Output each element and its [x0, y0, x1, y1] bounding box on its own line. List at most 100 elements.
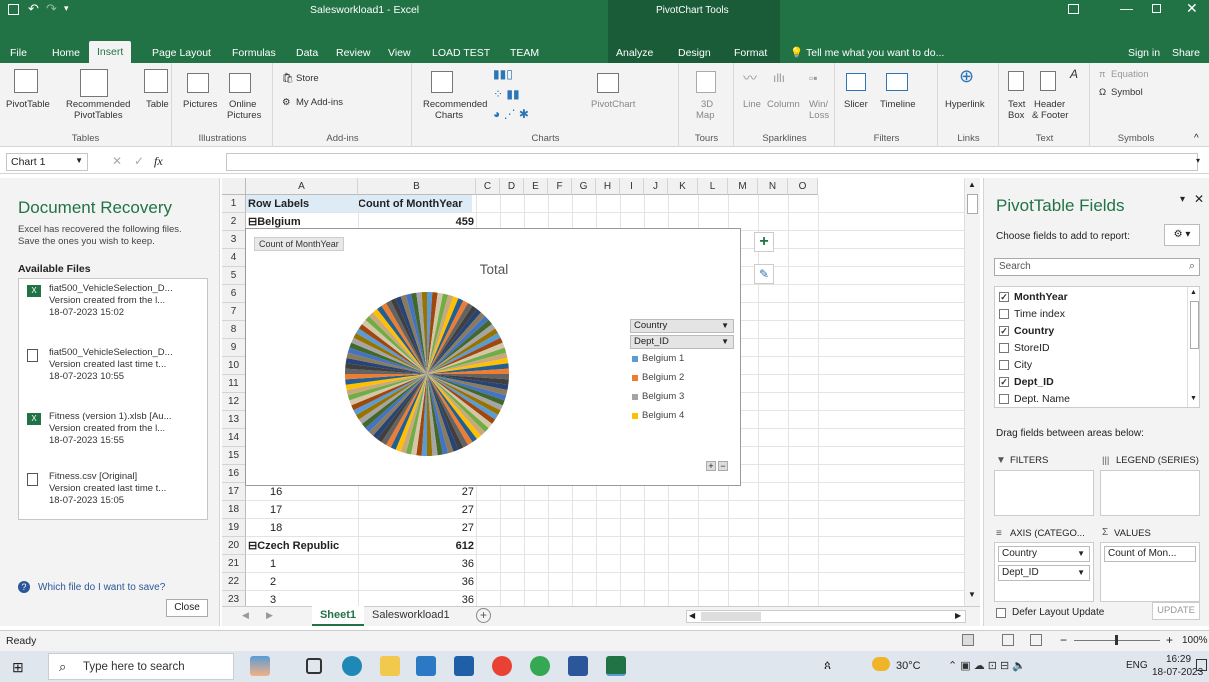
mail-icon[interactable] — [454, 656, 474, 676]
tab-home[interactable]: Home — [52, 43, 80, 63]
sheet-tab-sheet1[interactable]: Sheet1 — [312, 606, 364, 626]
pivot-chart[interactable]: Count of MonthYear Total Country ▼ Dept_I… — [245, 228, 741, 486]
cell-a[interactable]: 17 — [248, 501, 358, 519]
chrome-icon[interactable] — [492, 656, 512, 676]
recommended-charts-button[interactable]: Recommended — [423, 99, 487, 110]
cell-b[interactable]: 27 — [358, 501, 474, 519]
row-header[interactable]: 10 — [222, 357, 246, 375]
chart-elements-icon[interactable]: + — [754, 232, 774, 252]
hscroll-left-icon[interactable]: ◀ — [689, 611, 695, 620]
formula-input[interactable] — [226, 153, 1198, 171]
excel-taskbar-icon[interactable] — [606, 656, 626, 676]
axis-item-dept[interactable]: Dept_ID ▼ — [998, 565, 1090, 581]
select-all-corner[interactable] — [222, 178, 246, 195]
qat-dropdown-icon[interactable]: ▾ — [64, 3, 69, 14]
row-header[interactable]: 19 — [222, 519, 246, 537]
recovered-file-item[interactable]: X fiat500_VehicleSelection_D... Version … — [19, 279, 207, 339]
hscroll-right-icon[interactable]: ▶ — [955, 611, 961, 620]
field-checkbox[interactable]: ✓ — [999, 292, 1009, 303]
redo-icon[interactable]: ↷ — [46, 1, 57, 17]
page-layout-view-icon[interactable] — [1002, 634, 1014, 646]
values-drop-area[interactable]: Count of Mon... — [1100, 542, 1200, 602]
defer-checkbox[interactable] — [996, 608, 1006, 618]
language-indicator[interactable]: ENG — [1126, 660, 1148, 671]
tab-format[interactable]: Format — [734, 43, 767, 63]
column-header[interactable]: O — [788, 178, 818, 195]
chart-title[interactable]: Total — [446, 262, 542, 277]
pie-chart-icon[interactable]: ◕ ⋰ ✱ — [493, 108, 529, 120]
field-item[interactable]: ✓ MonthYear — [999, 291, 1068, 303]
field-item[interactable]: StoreID — [999, 342, 1050, 354]
recovered-file-item[interactable]: Fitness.csv [Original] Version created l… — [19, 467, 207, 519]
column-sparkline-button[interactable]: Column — [767, 99, 800, 110]
equation-button[interactable]: Equation — [1111, 69, 1149, 80]
task-view-icon[interactable] — [306, 658, 322, 674]
field-checkbox[interactable] — [999, 309, 1009, 320]
recommended-pivottables-button[interactable]: Recommended — [66, 99, 130, 110]
field-checkbox[interactable]: ✓ — [999, 377, 1009, 388]
enter-icon[interactable]: ✓ — [134, 154, 144, 168]
cell-b[interactable]: 36 — [358, 573, 474, 591]
my-addins-button[interactable]: My Add-ins — [296, 97, 343, 108]
field-item[interactable]: Dept. Name — [999, 393, 1070, 405]
pane-options-icon[interactable]: ▾ — [1180, 194, 1185, 205]
vertical-scrollbar[interactable]: ▲ ▼ — [964, 178, 980, 606]
legend-drop-area[interactable] — [1100, 470, 1200, 516]
dept-field-button[interactable]: Dept_ID ▼ — [630, 335, 734, 349]
field-checkbox[interactable] — [999, 360, 1009, 371]
cancel-icon[interactable]: ✕ — [112, 154, 122, 168]
tab-design[interactable]: Design — [678, 43, 711, 63]
field-list-scrollbar[interactable]: ▲ ▼ — [1187, 287, 1200, 407]
tab-formulas[interactable]: Formulas — [232, 43, 276, 63]
expand-field-icon[interactable]: + — [706, 461, 716, 471]
tab-view[interactable]: View — [388, 43, 411, 63]
row-header[interactable]: 13 — [222, 411, 246, 429]
word-icon[interactable] — [568, 656, 588, 676]
value-field-button[interactable]: Count of MonthYear — [254, 237, 344, 251]
column-header[interactable]: B — [358, 178, 476, 195]
scroll-thumb[interactable] — [967, 194, 978, 214]
add-sheet-icon[interactable]: + — [476, 608, 491, 623]
horizontal-scrollbar[interactable]: ◀ ▶ — [686, 610, 966, 623]
row-header[interactable]: 5 — [222, 267, 246, 285]
row-header[interactable]: 23 — [222, 591, 246, 606]
column-header[interactable]: H — [596, 178, 620, 195]
field-item[interactable]: ✓ Dept_ID — [999, 376, 1054, 388]
row-header[interactable]: 22 — [222, 573, 246, 591]
column-header[interactable]: N — [758, 178, 788, 195]
store-app-icon[interactable] — [416, 656, 436, 676]
row-header[interactable]: 11 — [222, 375, 246, 393]
cell-a[interactable]: Row Labels — [248, 195, 358, 213]
filters-drop-area[interactable] — [994, 470, 1094, 516]
share-button[interactable]: Share — [1172, 43, 1200, 63]
tab-file[interactable]: File — [10, 43, 27, 63]
sheet-tab-salesworkload1[interactable]: Salesworkload1 — [372, 609, 450, 621]
scroll-up-icon[interactable]: ▲ — [1190, 289, 1197, 296]
zoom-slider-thumb[interactable] — [1115, 635, 1118, 645]
pivotchart-button[interactable]: PivotChart — [591, 99, 635, 110]
hyperlink-button[interactable]: Hyperlink — [945, 99, 985, 110]
weather-temp[interactable]: 30°C — [896, 660, 921, 672]
tab-page-layout[interactable]: Page Layout — [152, 43, 211, 63]
column-header[interactable]: I — [620, 178, 644, 195]
row-header[interactable]: 6 — [222, 285, 246, 303]
zoom-out-icon[interactable]: − — [1060, 633, 1067, 647]
slicer-button[interactable]: Slicer — [844, 99, 868, 110]
field-checkbox[interactable] — [999, 394, 1009, 405]
sign-in-link[interactable]: Sign in — [1128, 43, 1160, 63]
recovered-file-item[interactable]: X Fitness (version 1).xlsb [Au... Versio… — [19, 407, 207, 467]
column-header[interactable]: D — [500, 178, 524, 195]
country-field-button[interactable]: Country ▼ — [630, 319, 734, 333]
symbol-button[interactable]: Symbol — [1111, 87, 1143, 98]
cell-a[interactable]: 1 — [248, 555, 358, 573]
online-pictures-button[interactable]: Online — [229, 99, 256, 110]
cell-b[interactable]: Count of MonthYear — [358, 195, 474, 213]
scroll-up-icon[interactable]: ▲ — [968, 180, 976, 189]
ribbon-display-icon[interactable] — [1068, 4, 1079, 14]
taskbar-search-box[interactable]: ⌕ Type here to search — [48, 653, 234, 680]
field-item[interactable]: City — [999, 359, 1032, 371]
recovered-file-item[interactable]: fiat500_VehicleSelection_D... Version cr… — [19, 343, 207, 403]
cell-b[interactable]: 36 — [358, 555, 474, 573]
insert-function-icon[interactable]: fx — [154, 154, 163, 169]
values-item-count[interactable]: Count of Mon... — [1104, 546, 1196, 562]
